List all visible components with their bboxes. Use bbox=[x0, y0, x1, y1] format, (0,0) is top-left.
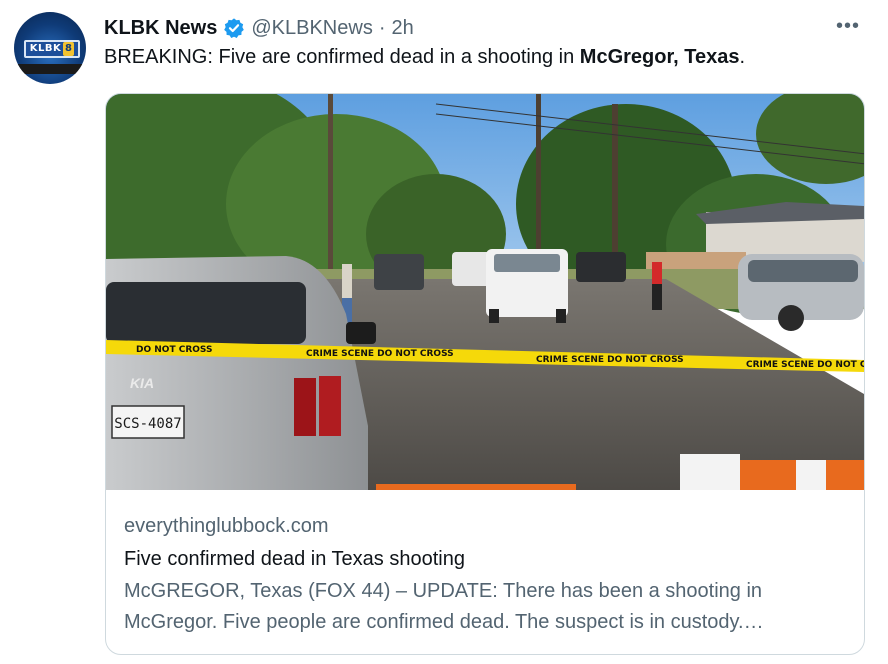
card-meta: everythinglubbock.com Five confirmed dea… bbox=[124, 512, 846, 638]
card-image[interactable]: SCS-4087 KIA DO NOT CROSS CRIME SCENE DO… bbox=[106, 94, 864, 490]
tweet-header: KLBK News @KLBKNews · 2h bbox=[104, 14, 414, 42]
avatar-stripe bbox=[14, 64, 86, 74]
avatar[interactable]: KLBK 8 bbox=[14, 12, 86, 84]
separator-dot: · bbox=[378, 16, 386, 39]
license-plate: SCS-4087 bbox=[114, 416, 181, 432]
link-card[interactable]: SCS-4087 KIA DO NOT CROSS CRIME SCENE DO… bbox=[105, 93, 865, 655]
tweet-text: BREAKING: Five are confirmed dead in a s… bbox=[104, 46, 746, 68]
timestamp[interactable]: 2h bbox=[392, 17, 414, 40]
tape-text-2: CRIME SCENE DO NOT CROSS bbox=[536, 355, 684, 365]
author-handle[interactable]: @KLBKNews bbox=[251, 17, 372, 40]
location-bold: McGregor, Texas bbox=[579, 46, 740, 68]
verified-badge-icon bbox=[223, 17, 245, 39]
card-title: Five confirmed dead in Texas shooting bbox=[124, 548, 465, 570]
avatar-logo: KLBK 8 bbox=[24, 40, 80, 58]
tape-text-1: CRIME SCENE DO NOT CROSS bbox=[306, 349, 454, 359]
tape-text-left: DO NOT CROSS bbox=[136, 345, 212, 355]
car-badge: KIA bbox=[130, 375, 154, 391]
card-description: McGREGOR, Texas (FOX 44) – UPDATE: There… bbox=[124, 580, 764, 633]
author-name[interactable]: KLBK News bbox=[104, 17, 217, 40]
more-options-icon[interactable]: ••• bbox=[836, 14, 860, 38]
card-domain: everythinglubbock.com bbox=[124, 515, 329, 537]
tape-text-3: CRIME SCENE DO NOT CROSS bbox=[746, 360, 864, 370]
tweet[interactable]: KLBK 8 KLBK News @KLBKNews · 2h ••• BREAK… bbox=[0, 0, 888, 664]
